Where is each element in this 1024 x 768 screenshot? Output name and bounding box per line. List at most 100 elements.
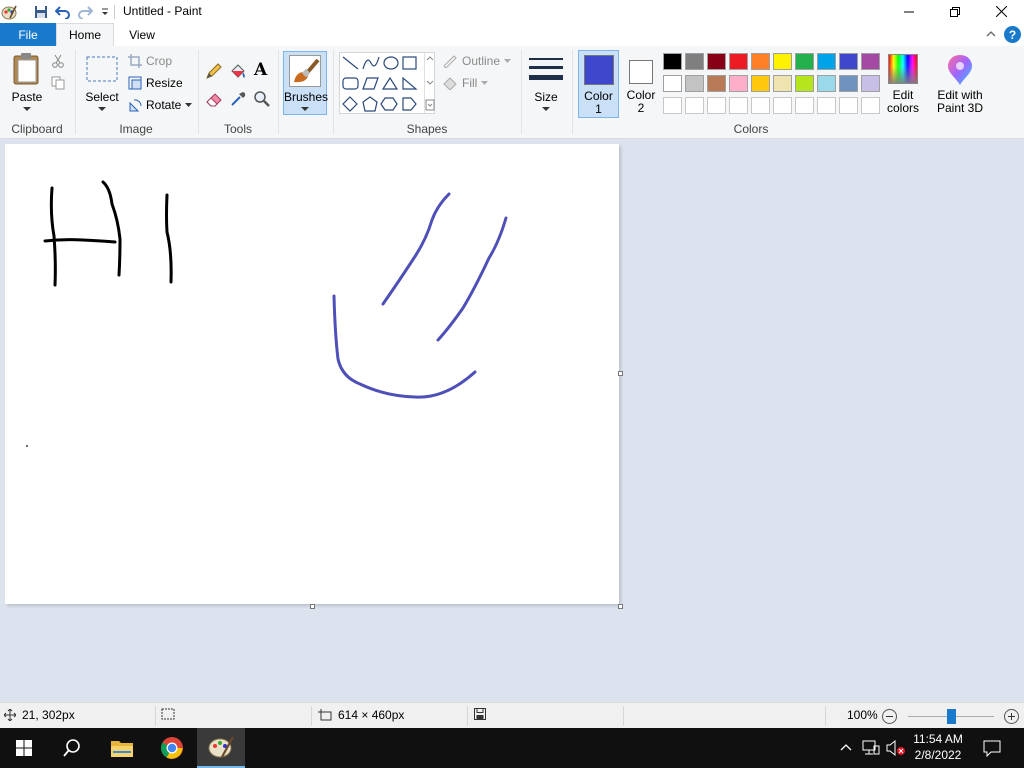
edit-with-paint3d-button[interactable]: Edit with Paint 3D [931,50,989,118]
resize-handle-right[interactable] [618,371,623,376]
size-button[interactable]: Size [526,50,566,116]
system-clock[interactable]: 11:54 AM 2/8/2022 [908,731,968,763]
palette-swatch[interactable] [839,97,858,114]
tools-group-label: Tools [223,122,252,136]
group-separator [278,50,279,134]
search-icon [63,739,80,757]
palette-swatch[interactable] [707,97,726,114]
outline-label: Outline [462,54,501,68]
palette-swatch[interactable] [751,97,770,114]
palette-swatch[interactable] [707,53,726,70]
outline-button[interactable]: Outline [442,54,512,68]
canvas-drawing [26,180,508,447]
palette-swatch[interactable] [773,97,792,114]
palette-swatch[interactable] [773,75,792,92]
resize-handle-corner[interactable] [618,604,623,609]
palette-swatch[interactable] [817,53,836,70]
palette-swatch[interactable] [861,97,880,114]
zoom-slider-thumb[interactable] [946,709,956,724]
status-divider [311,706,312,726]
resize-handle-bottom[interactable] [310,604,315,609]
zoom-in-button[interactable] [1004,709,1019,724]
stroke-blue-middle [436,216,508,342]
stroke-blue-upper [381,192,451,306]
stroke-h-right [101,180,122,277]
text-tool-icon[interactable]: A [254,60,267,80]
palette-swatch[interactable] [685,97,704,114]
shapes-scrollbar[interactable] [424,53,435,113]
show-hidden-icons-button[interactable] [839,741,853,755]
pencil-icon[interactable] [205,62,223,83]
help-icon[interactable]: ? [1004,26,1021,43]
palette-swatch[interactable] [817,75,836,92]
close-button[interactable] [978,0,1024,23]
undo-icon[interactable] [54,3,72,21]
palette-swatch[interactable] [861,75,880,92]
crop-button[interactable]: Crop [128,54,172,68]
palette-swatch[interactable] [729,53,748,70]
paste-button[interactable]: Paste [6,50,48,116]
shapes-gallery[interactable] [339,52,435,114]
palette-swatch[interactable] [861,53,880,70]
drawing-canvas[interactable] [5,144,619,604]
palette-swatch[interactable] [839,53,858,70]
size-lines-icon [529,58,563,80]
palette-swatch[interactable] [663,97,682,114]
palette-swatch[interactable] [663,53,682,70]
eraser-icon[interactable] [205,90,223,111]
palette-swatch[interactable] [795,75,814,92]
tab-file[interactable]: File [0,23,56,46]
start-button[interactable] [0,728,48,768]
cut-icon[interactable] [51,54,65,71]
tab-view[interactable]: View [114,23,170,46]
group-separator [521,50,522,134]
select-button[interactable]: Select [82,50,122,116]
rotate-button[interactable]: Rotate [128,98,193,112]
color2-label: Color 2 [626,88,656,115]
palette-swatch[interactable] [685,53,704,70]
palette-swatch[interactable] [751,53,770,70]
palette-swatch[interactable] [729,75,748,92]
fill-bucket-icon[interactable] [229,62,247,83]
tab-home[interactable]: Home [56,23,114,46]
palette-swatch[interactable] [707,75,726,92]
paint-app-icon[interactable] [0,3,18,21]
brushes-label: Brushes [284,90,329,104]
palette-swatch[interactable] [817,97,836,114]
edit-colors-label: Edit colors [886,88,919,115]
palette-swatch[interactable] [729,97,748,114]
paint-taskbar-button[interactable] [197,728,245,768]
redo-icon[interactable] [76,3,94,21]
clock-date: 2/8/2022 [914,748,962,762]
color1-button[interactable]: Color 1 [578,50,619,118]
palette-swatch[interactable] [795,53,814,70]
brushes-button[interactable]: Brushes [283,51,329,115]
save-icon[interactable] [32,3,50,21]
palette-swatch[interactable] [663,75,682,92]
volume-muted-icon[interactable] [886,739,906,760]
palette-swatch[interactable] [839,75,858,92]
edit-colors-button[interactable]: Edit colors [884,50,922,118]
copy-icon[interactable] [51,76,65,93]
zoom-out-button[interactable] [882,709,897,724]
palette-swatch[interactable] [685,75,704,92]
palette-swatch[interactable] [773,53,792,70]
customize-quick-access-icon[interactable] [96,3,114,21]
color2-button[interactable]: Color 2 [622,50,660,118]
resize-button[interactable]: Resize [128,76,183,90]
chrome-button[interactable] [148,728,196,768]
palette-swatch[interactable] [751,75,770,92]
crop-icon [128,54,142,68]
restore-button[interactable] [932,0,978,23]
select-label: Select [85,90,119,104]
collapse-ribbon-icon[interactable] [986,28,996,42]
palette-swatch[interactable] [795,97,814,114]
fill-button[interactable]: Fill [442,76,489,90]
color-picker-icon[interactable] [229,90,247,111]
file-explorer-button[interactable] [98,728,146,768]
magnifier-icon[interactable] [253,90,271,111]
minimize-button[interactable] [886,0,932,23]
action-center-icon[interactable] [983,739,1001,760]
search-button[interactable] [48,728,96,768]
network-icon[interactable] [862,739,880,760]
